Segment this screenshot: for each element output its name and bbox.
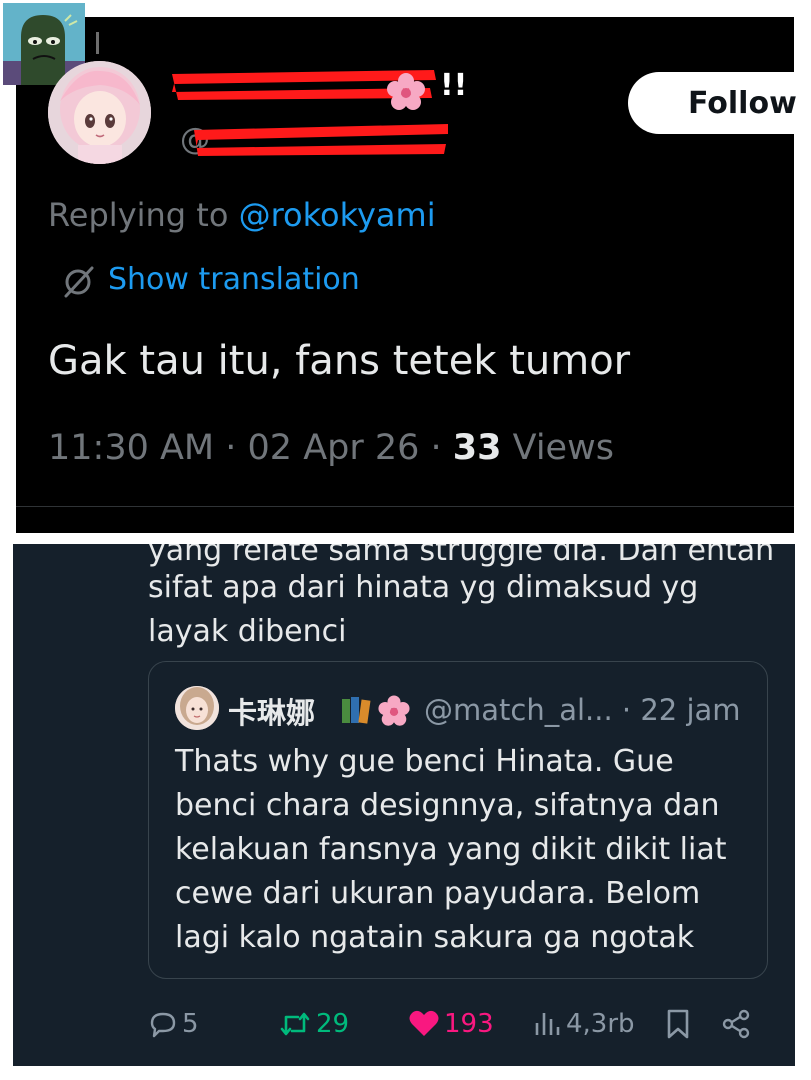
cursor-bar bbox=[96, 32, 99, 54]
share-button[interactable] bbox=[720, 1004, 756, 1044]
replying-to-handle-link[interactable]: @rokokyami bbox=[239, 196, 436, 234]
tweet-time[interactable]: 11:30 AM bbox=[48, 428, 214, 468]
share-icon bbox=[722, 1009, 750, 1039]
cherry-blossom-emoji bbox=[387, 73, 425, 110]
cherry-blossom-emoji bbox=[378, 695, 410, 726]
quote-time: · 22 jam bbox=[621, 693, 741, 727]
bookmark-button[interactable] bbox=[664, 1004, 696, 1044]
like-count: 193 bbox=[444, 1009, 494, 1039]
quote-text-line: Thats why gue benci Hinata. Gue bbox=[175, 744, 674, 779]
repost-icon bbox=[280, 1012, 310, 1036]
views-label: Views bbox=[501, 428, 614, 468]
quote-author-avatar[interactable] bbox=[175, 686, 219, 730]
handle-redaction-scribble bbox=[194, 124, 448, 156]
quote-author-handle[interactable]: @match_al... bbox=[424, 693, 613, 727]
follow-button[interactable]: Follow bbox=[628, 72, 811, 134]
heart-icon bbox=[409, 1010, 439, 1036]
reply-icon bbox=[150, 1012, 176, 1038]
reply-text: sifat apa dari hinata yg dimaksud yg lay… bbox=[148, 566, 698, 654]
quote-text-line: kelakuan fansnya yang dikit dikit liat bbox=[175, 832, 727, 867]
quote-text-line: benci chara designnya, sifatnya dan bbox=[175, 788, 720, 823]
replying-to-label: Replying to bbox=[48, 196, 239, 234]
quote-text: Thats why gue benci Hinata. Gue benci ch… bbox=[175, 740, 726, 960]
divider bbox=[16, 506, 794, 507]
replying-to-line: Replying to @rokokyami bbox=[48, 196, 436, 234]
views-button[interactable]: 4,3rb bbox=[532, 1004, 635, 1044]
views-count: 33 bbox=[452, 428, 502, 468]
quote-author-meta: @match_al... · 22 jam bbox=[424, 693, 741, 727]
repost-button[interactable]: 29 bbox=[278, 1004, 349, 1044]
views-count: 4,3rb bbox=[566, 1009, 635, 1039]
meta-separator: · bbox=[419, 428, 453, 468]
tweet-text: Gak tau itu, fans tetek tumor bbox=[48, 338, 631, 384]
show-translation-link[interactable]: Show translation bbox=[108, 262, 360, 297]
meta-separator: · bbox=[214, 428, 248, 468]
like-button[interactable]: 193 bbox=[408, 1004, 494, 1044]
reply-count: 5 bbox=[182, 1009, 199, 1039]
translate-icon[interactable] bbox=[60, 264, 96, 300]
reply-text-line: layak dibenci bbox=[148, 614, 347, 649]
views-icon bbox=[535, 1013, 560, 1035]
reply-button[interactable]: 5 bbox=[148, 1004, 199, 1044]
quote-text-line: lagi kalo ngatain sakura ga ngotak bbox=[175, 920, 695, 955]
bookmark-icon bbox=[667, 1009, 689, 1039]
quote-text-line: cewe dari ukuran payudara. Belom bbox=[175, 876, 701, 911]
books-emoji bbox=[342, 697, 371, 724]
panel-gap bbox=[13, 533, 795, 544]
tweet-date[interactable]: 02 Apr 26 bbox=[248, 428, 420, 468]
reply-text-line: sifat apa dari hinata yg dimaksud yg bbox=[148, 570, 699, 605]
display-name-suffix: !! bbox=[440, 68, 468, 103]
repost-count: 29 bbox=[316, 1009, 350, 1039]
tweet-meta: 11:30 AM · 02 Apr 26 · 33 Views bbox=[48, 428, 614, 468]
author-avatar[interactable] bbox=[48, 61, 151, 164]
quote-author-name[interactable]: 卡琳娜 bbox=[228, 690, 315, 732]
